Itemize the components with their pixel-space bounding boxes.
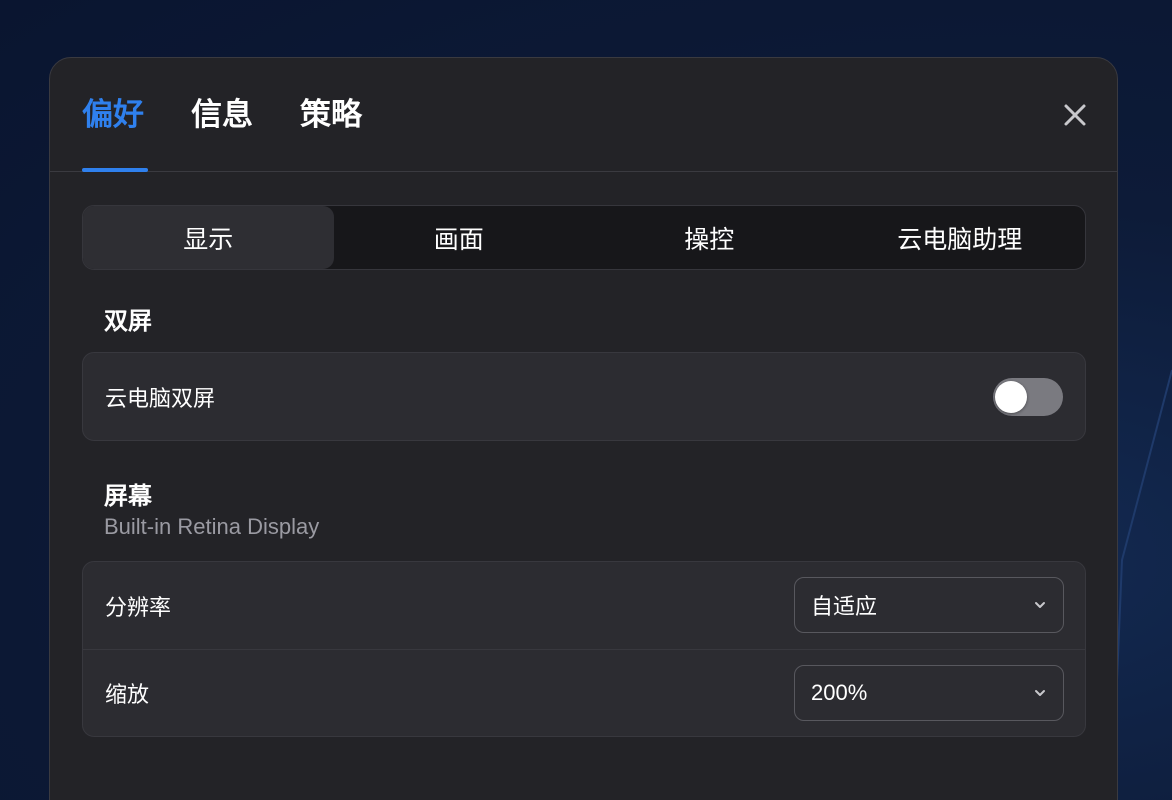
dual-screen-title: 双屏 <box>104 307 152 335</box>
zoom-select[interactable]: 200% <box>794 665 1064 721</box>
resolution-row: 分辨率 自适应 <box>83 562 1085 649</box>
preferences-dialog: 偏好 信息 策略 显示 画面 操控 云电脑助理 双屏 云电脑双屏 屏幕 Buil… <box>49 57 1118 800</box>
resolution-select[interactable]: 自适应 <box>794 577 1064 633</box>
tab-info[interactable]: 信息 <box>191 94 253 136</box>
subtab-picture[interactable]: 画面 <box>334 206 585 269</box>
zoom-label: 缩放 <box>105 683 150 708</box>
subtab-controls[interactable]: 操控 <box>584 206 835 269</box>
active-tab-indicator <box>82 168 148 172</box>
dialog-header: 偏好 信息 策略 <box>50 58 1117 172</box>
dual-screen-row: 云电脑双屏 <box>83 353 1085 440</box>
screen-title: 屏幕 <box>104 482 152 510</box>
display-subtabs: 显示 画面 操控 云电脑助理 <box>82 205 1086 270</box>
toggle-knob <box>995 381 1027 413</box>
subtab-assistant[interactable]: 云电脑助理 <box>835 206 1086 269</box>
resolution-label: 分辨率 <box>105 595 172 621</box>
chevron-down-icon <box>1035 690 1045 696</box>
background-decoration <box>1112 369 1172 800</box>
screen-settings-card: 分辨率 自适应 缩放 200% <box>82 561 1086 737</box>
zoom-row: 缩放 200% <box>83 649 1085 736</box>
chevron-down-icon <box>1035 602 1045 608</box>
zoom-value: 200% <box>811 680 868 705</box>
subtab-display[interactable]: 显示 <box>83 206 334 269</box>
screen-subtitle: Built-in Retina Display <box>104 514 320 539</box>
tab-policy[interactable]: 策略 <box>300 94 362 136</box>
resolution-value: 自适应 <box>811 594 878 619</box>
dual-screen-label: 云电脑双屏 <box>105 386 216 412</box>
dual-screen-card: 云电脑双屏 <box>82 352 1086 441</box>
close-icon[interactable] <box>1061 101 1089 129</box>
tab-preferences[interactable]: 偏好 <box>82 94 144 136</box>
dual-screen-toggle[interactable] <box>993 378 1063 416</box>
